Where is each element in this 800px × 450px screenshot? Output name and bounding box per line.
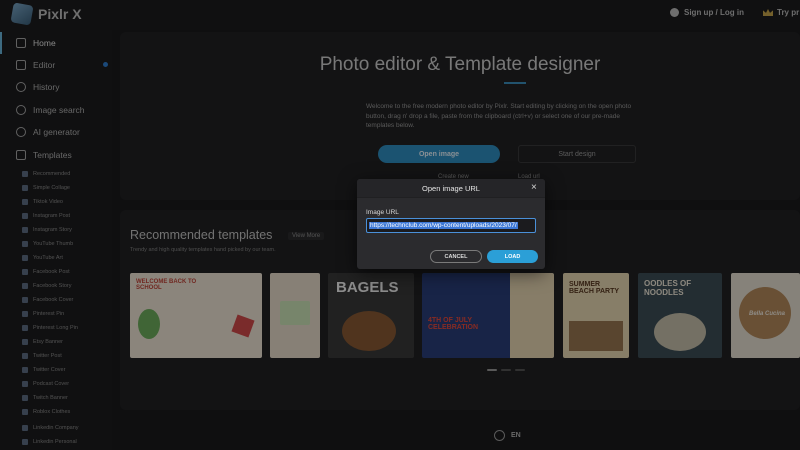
image-url-input[interactable]: https://technclub.com/wp-content/uploads… — [366, 218, 536, 233]
load-button[interactable]: LOAD — [487, 250, 538, 263]
image-url-value: https://technclub.com/wp-content/uploads… — [369, 222, 518, 229]
dialog-header: Open image URL × — [357, 179, 545, 198]
image-url-label: Image URL — [366, 209, 399, 216]
close-icon[interactable]: × — [531, 182, 537, 193]
open-image-url-dialog: Open image URL × Image URL https://techn… — [357, 179, 545, 269]
dialog-title: Open image URL — [422, 184, 480, 193]
cancel-button[interactable]: CANCEL — [430, 250, 482, 263]
